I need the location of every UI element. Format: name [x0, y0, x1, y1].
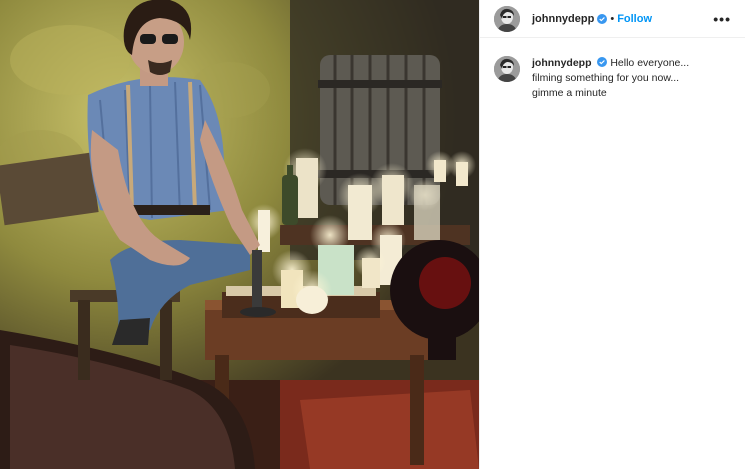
follow-button[interactable]: Follow	[617, 13, 652, 25]
caption-username[interactable]: johnnydepp	[532, 57, 592, 69]
caption-avatar-image	[494, 56, 520, 82]
avatar-image	[494, 5, 520, 32]
caption: johnnydepp Hello everyone... filming som…	[480, 38, 745, 101]
author-username[interactable]: johnnydepp	[532, 13, 594, 25]
caption-body: johnnydepp Hello everyone... filming som…	[532, 56, 702, 101]
post-sidebar: johnnydepp • Follow ••• johnnydepp Hello…	[479, 0, 745, 469]
separator-dot: •	[610, 12, 615, 25]
caption-verified-badge-icon	[597, 57, 608, 67]
post-photo[interactable]	[0, 0, 479, 469]
caption-profile-photo-icon[interactable]	[494, 56, 520, 82]
post-header: johnnydepp • Follow •••	[480, 0, 745, 38]
instagram-post: johnnydepp • Follow ••• johnnydepp Hello…	[0, 0, 745, 469]
photo-scene	[0, 0, 479, 469]
verified-badge-icon	[597, 13, 608, 24]
profile-photo-icon[interactable]	[494, 5, 520, 32]
more-options-icon[interactable]: •••	[713, 11, 731, 27]
